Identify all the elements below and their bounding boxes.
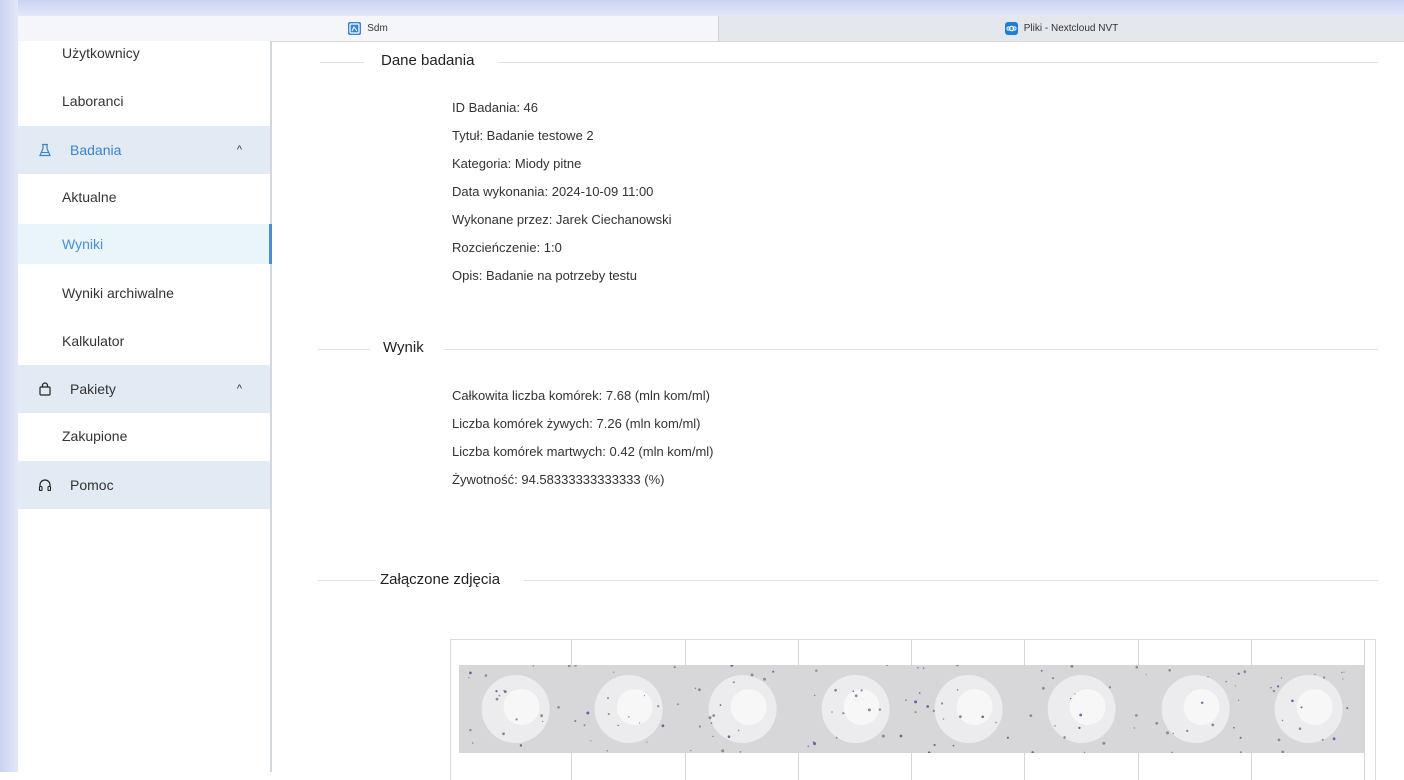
attached-photo[interactable] <box>685 663 799 753</box>
attached-photo[interactable] <box>798 664 912 753</box>
sidebar-group-pakiety[interactable]: Pakiety ^ <box>18 365 270 413</box>
photo-separator <box>797 640 799 780</box>
shopping-bag-icon <box>34 382 56 396</box>
study-id: ID Badania: 46 <box>452 100 539 115</box>
section-divider <box>524 580 1378 581</box>
sidebar-item-kalkulator[interactable]: Kalkulator <box>18 318 270 364</box>
study-performed-by: Wykonane przez: Jarek Ciechanowski <box>452 212 672 227</box>
photo-gallery <box>450 639 1376 780</box>
flask-icon <box>34 143 56 157</box>
photo-strip <box>459 663 1365 754</box>
sidebar-item-aktualne[interactable]: Aktualne <box>18 174 270 220</box>
chevron-up-icon[interactable]: ^ <box>237 383 242 395</box>
browser-tab-label: Pliki - Nextcloud NVT <box>1023 23 1119 34</box>
sidebar-item-uzytkownicy[interactable]: Użytkownicy <box>18 30 270 76</box>
sidebar-item-label: Wyniki <box>62 236 104 252</box>
app-icon <box>348 22 362 35</box>
result-alive-cells: Liczba komórek żywych: 7.26 (mln kom/ml) <box>452 416 701 431</box>
sidebar-group-badania[interactable]: Badania ^ <box>18 126 270 174</box>
browser-tab-nextcloud[interactable]: Pliki - Nextcloud NVT <box>718 16 1404 41</box>
section-divider <box>318 580 376 581</box>
sidebar-group-label: Pomoc <box>70 477 114 493</box>
attached-photo[interactable] <box>1025 664 1139 754</box>
section-divider <box>498 62 1378 63</box>
chevron-up-icon[interactable]: ^ <box>237 144 242 156</box>
sidebar-item-zakupione[interactable]: Zakupione <box>18 413 270 459</box>
photo-separator <box>1024 640 1026 780</box>
study-category: Kategoria: Miody pitne <box>452 156 582 171</box>
study-title: Tytuł: Badanie testowe 2 <box>452 128 594 143</box>
sidebar-item-label: Kalkulator <box>62 333 125 349</box>
main-content: Dane badania ID Badania: 46 Tytuł: Badan… <box>272 41 1404 780</box>
attached-photo[interactable] <box>459 664 573 753</box>
photo-separator <box>1364 640 1365 780</box>
section-divider <box>318 349 370 350</box>
photo-separator <box>684 640 686 780</box>
sidebar-item-label: Laboranci <box>62 93 124 109</box>
attached-photo[interactable] <box>572 664 686 753</box>
study-dilution: Rozcieńczenie: 1:0 <box>452 240 562 255</box>
sidebar-item-wyniki-archiwalne[interactable]: Wyniki archiwalne <box>18 270 270 316</box>
photo-separator <box>911 640 912 780</box>
photo-separator <box>571 640 573 780</box>
result-total-cells: Całkowita liczba komórek: 7.68 (mln kom/… <box>452 388 710 403</box>
section-title-photos: Załączone zdjęcia <box>380 571 501 588</box>
sidebar-item-wyniki[interactable]: Wyniki <box>18 224 272 264</box>
photo-separator <box>1137 640 1139 780</box>
section-title-result: Wynik <box>383 339 424 356</box>
attached-photo[interactable] <box>912 663 1026 754</box>
attached-photo[interactable] <box>1251 665 1365 754</box>
browser-tab-label: Sdm <box>367 23 388 34</box>
sidebar-item-label: Aktualne <box>62 189 117 205</box>
section-divider <box>444 349 1378 350</box>
headphones-icon <box>34 478 56 492</box>
result-dead-cells: Liczba komórek martwych: 0.42 (mln kom/m… <box>452 444 714 459</box>
window-frame-left <box>0 0 18 772</box>
sidebar-item-label: Zakupione <box>62 428 128 444</box>
sidebar-item-label: Użytkownicy <box>62 45 140 61</box>
section-divider <box>320 62 364 63</box>
study-date: Data wykonania: 2024-10-09 11:00 <box>452 184 654 199</box>
sidebar-item-label: Wyniki archiwalne <box>62 285 174 301</box>
sidebar-group-label: Badania <box>70 142 122 158</box>
photo-separator <box>1250 640 1252 780</box>
study-description: Opis: Badanie na potrzeby testu <box>452 268 638 283</box>
attached-photo[interactable] <box>1138 665 1252 754</box>
result-viability: Żywotność: 94.58333333333333 (%) <box>452 472 665 487</box>
sidebar-group-label: Pakiety <box>70 381 116 397</box>
sidebar: Użytkownicy Laboranci Badania ^ Aktualne… <box>18 41 272 772</box>
section-title-study: Dane badania <box>381 52 475 69</box>
nextcloud-icon <box>1004 22 1018 35</box>
sidebar-item-laboranci[interactable]: Laboranci <box>18 78 270 124</box>
sidebar-item-pomoc[interactable]: Pomoc <box>18 461 270 509</box>
